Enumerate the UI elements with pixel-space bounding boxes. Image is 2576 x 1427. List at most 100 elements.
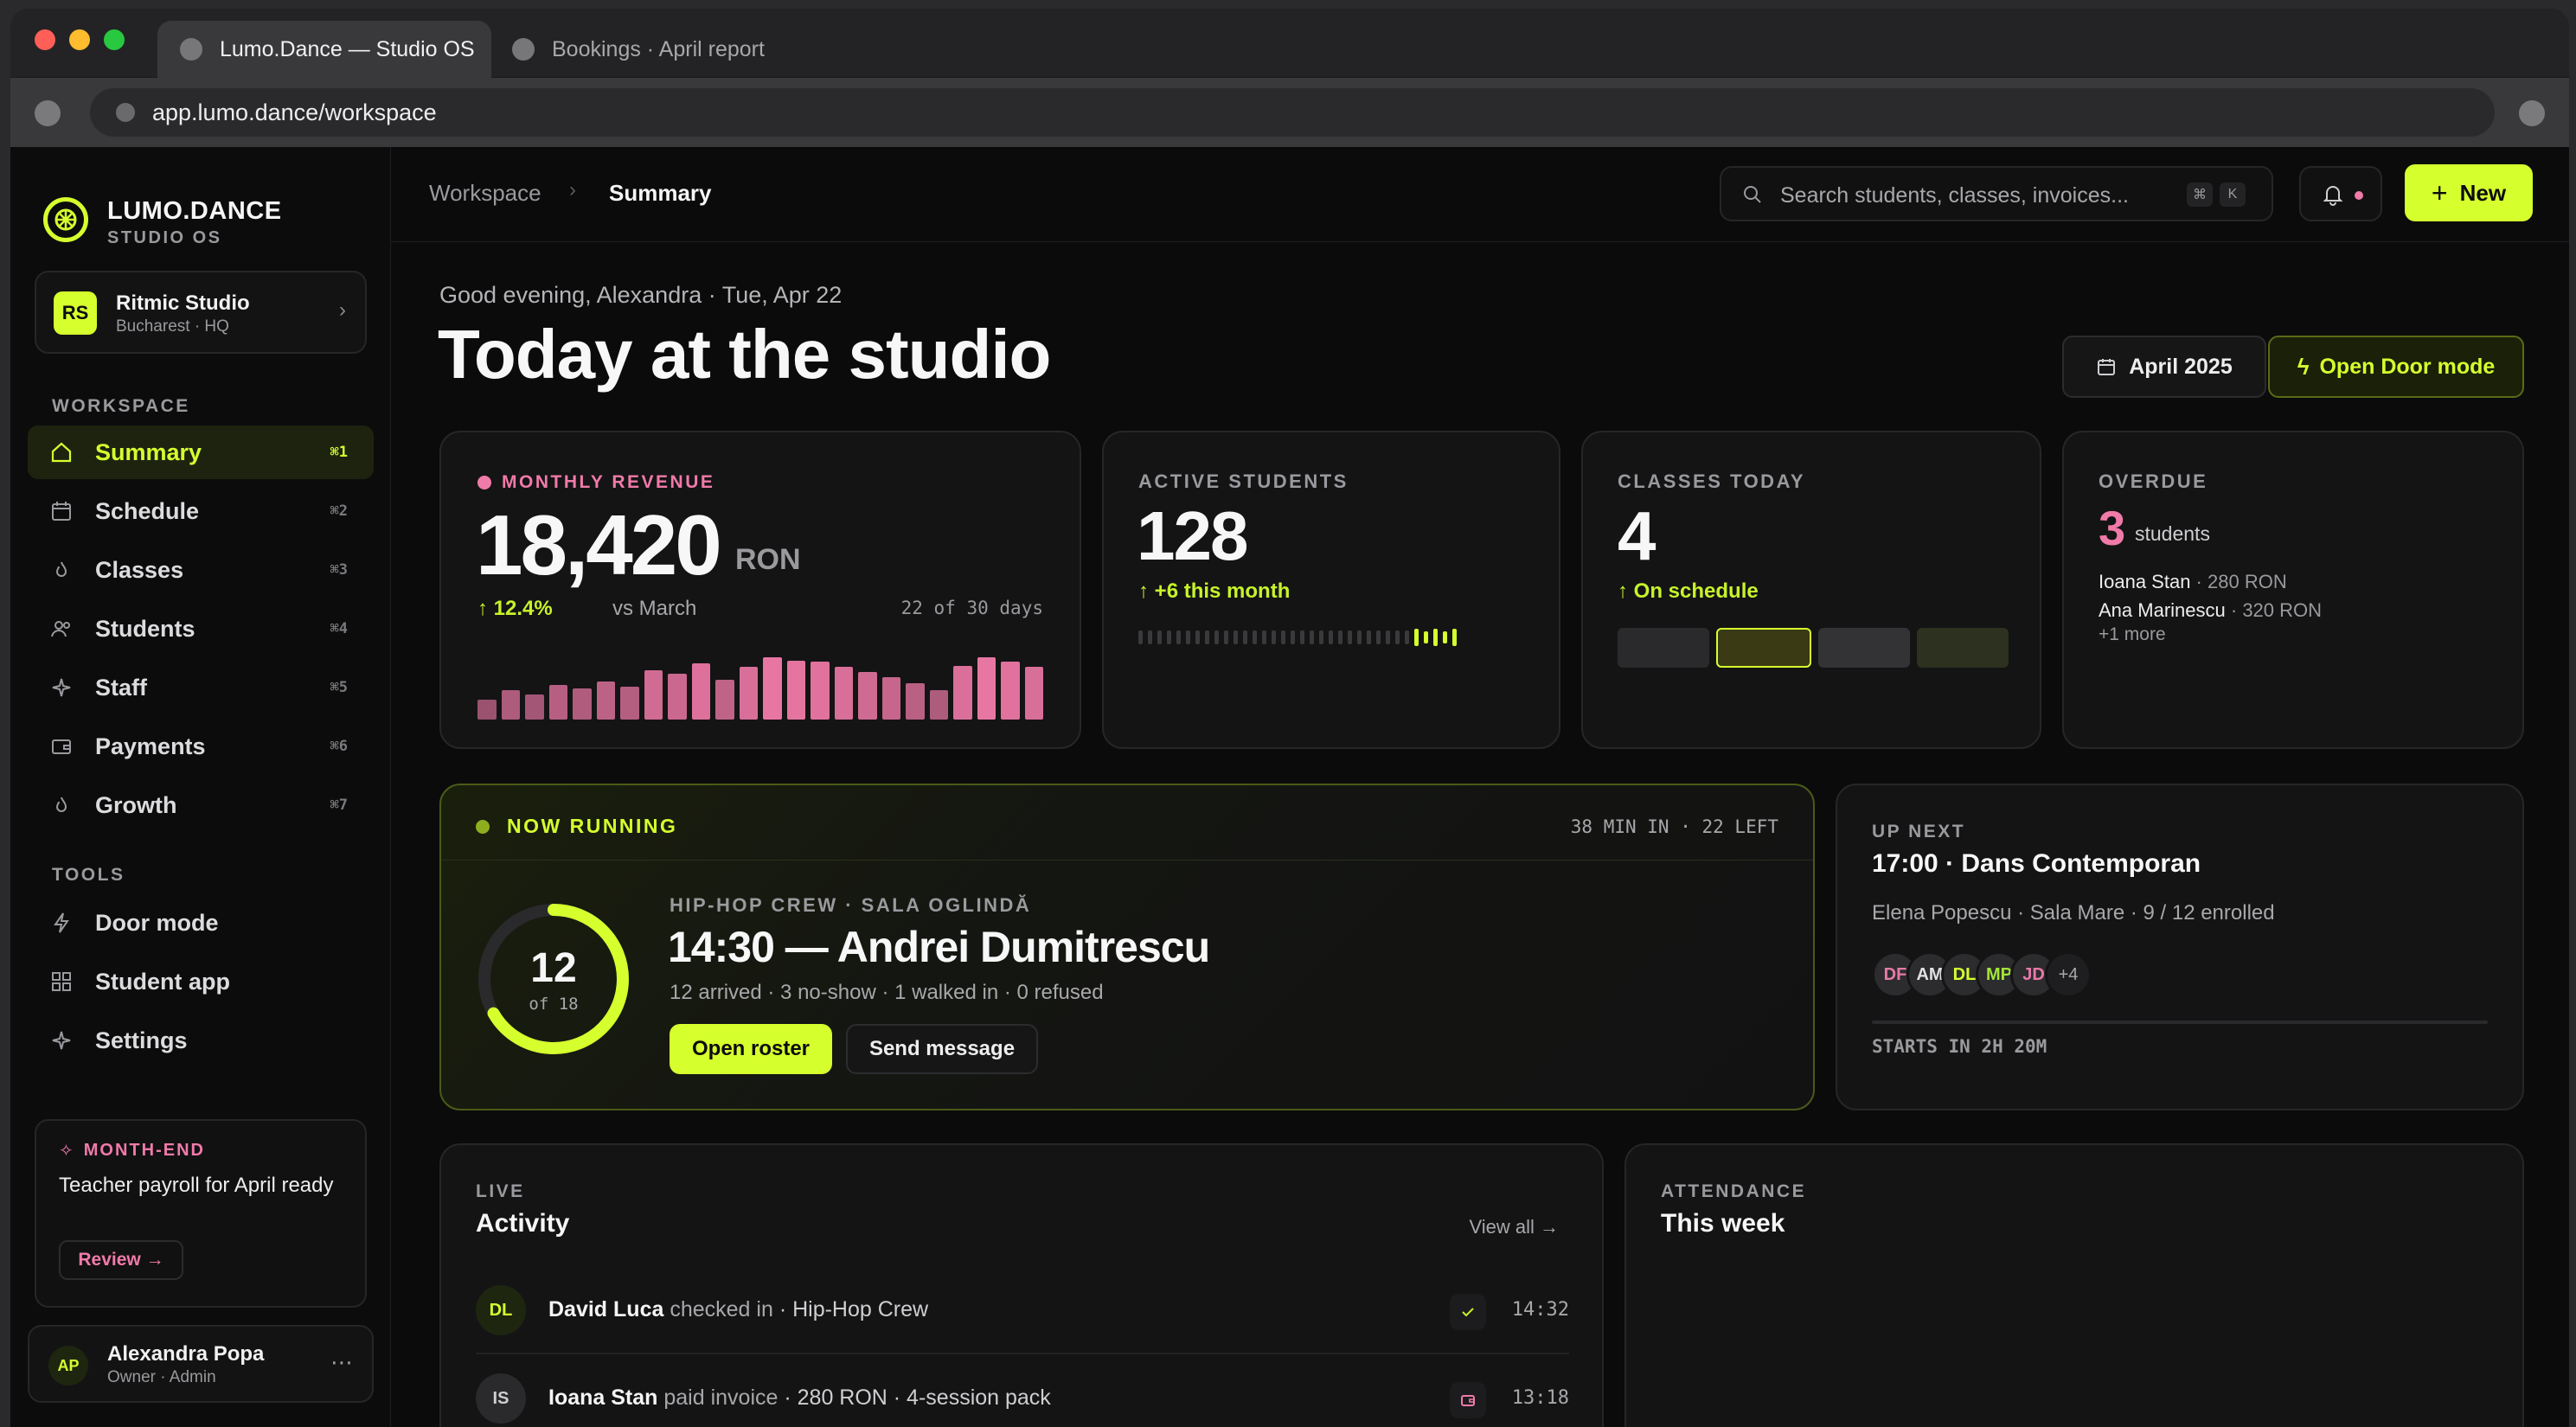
overdue-more[interactable]: +1 more — [2099, 624, 2166, 645]
student-tick — [1357, 630, 1362, 644]
class-slot-upcoming[interactable] — [1818, 628, 1910, 668]
up-next-details: Elena Popescu · Sala Mare · 9 / 12 enrol… — [1872, 901, 2275, 925]
month-picker-button[interactable]: April 2025 — [2062, 336, 2266, 398]
tab-label: Lumo.Dance — Studio OS — [220, 36, 475, 61]
send-message-button[interactable]: Send message — [846, 1024, 1038, 1074]
search-placeholder: Search students, classes, invoices... — [1780, 183, 2129, 208]
overdue-amount: 280 RON — [2208, 571, 2287, 592]
kbd-k: K — [2220, 182, 2246, 207]
classes-today-card[interactable]: CLASSES TODAY 4 ↑ On schedule — [1581, 431, 2041, 749]
workspace-section-label: WORKSPACE — [52, 396, 190, 416]
search-icon — [1744, 186, 1761, 203]
student-tick — [1310, 630, 1314, 644]
open-roster-button[interactable]: Open roster — [670, 1024, 832, 1074]
new-button[interactable]: + New — [2405, 164, 2533, 221]
more-options-icon[interactable]: ⋯ — [330, 1349, 353, 1376]
view-all-link[interactable]: View all → — [1469, 1216, 1559, 1238]
revenue-unit: RON — [735, 543, 801, 576]
class-info: HIP-HOP CREW · SALA OGLINDĂ — [670, 894, 1032, 916]
class-slot-current[interactable] — [1716, 628, 1811, 668]
open-door-mode-button[interactable]: ϟ Open Door mode — [2268, 336, 2524, 398]
student-tick — [1281, 630, 1285, 644]
activity-row[interactable]: IS Ioana Stan paid invoice · 280 RON · 4… — [476, 1354, 1569, 1427]
user-profile-card[interactable]: AP Alexandra Popa Owner · Admin ⋯ — [28, 1325, 374, 1403]
studio-switcher[interactable]: RS Ritmic Studio Bucharest · HQ › — [35, 271, 367, 354]
starts-in: STARTS IN 2H 20M — [1872, 1036, 2047, 1057]
status-dot — [477, 476, 491, 490]
tool-item-door-mode[interactable]: Door mode — [28, 896, 374, 950]
notifications-button[interactable] — [2299, 166, 2382, 221]
student-tick — [1348, 630, 1352, 644]
tool-item-label: Door mode — [95, 909, 219, 936]
up-next-title: 17:00 · Dans Contemporan — [1872, 849, 2201, 878]
arrow-up-icon: ↑ — [1618, 579, 1634, 603]
student-tick — [1272, 630, 1276, 644]
student-tick — [1291, 630, 1295, 644]
up-next-card[interactable]: UP NEXT 17:00 · Dans Contemporan Elena P… — [1836, 784, 2524, 1110]
breadcrumb-separator-icon: › — [569, 178, 576, 202]
class-slot-upcoming[interactable] — [1917, 628, 2009, 668]
overdue-name: Ioana Stan — [2099, 571, 2191, 592]
revenue-bar — [858, 672, 877, 720]
monthly-revenue-card[interactable]: MONTHLY REVENUE 18,420 RON ↑ 12.4% vs Ma… — [439, 431, 1081, 749]
revenue-label: MONTHLY REVENUE — [502, 472, 715, 492]
revenue-bar — [834, 667, 853, 720]
close-window-button[interactable] — [35, 29, 55, 50]
sidebar-item-payments[interactable]: Payments ⌘6 — [28, 720, 374, 773]
breadcrumb-current: Summary — [609, 180, 712, 206]
favicon-icon — [512, 38, 535, 61]
student-tick — [1157, 630, 1162, 644]
sidebar-item-schedule[interactable]: Schedule ⌘2 — [28, 484, 374, 538]
overdue-separator: · — [2225, 599, 2243, 621]
search-input[interactable]: Search students, classes, invoices... ⌘ … — [1720, 166, 2273, 221]
review-button[interactable]: Review → — [59, 1240, 183, 1280]
back-button[interactable] — [35, 100, 61, 126]
sidebar-item-growth[interactable]: Growth ⌘7 — [28, 778, 374, 832]
overdue-value: 3 — [2099, 501, 2126, 555]
extensions-button[interactable] — [2519, 100, 2545, 126]
browser-tab-active[interactable]: Lumo.Dance — Studio OS — [157, 21, 491, 78]
overdue-item[interactable]: Ioana Stan · 280 RON — [2099, 567, 2322, 596]
minimize-window-button[interactable] — [69, 29, 90, 50]
activity-row[interactable]: DL David Luca checked in · Hip-Hop Crew … — [476, 1266, 1569, 1354]
student-tick — [1367, 630, 1371, 644]
student-tick — [1148, 630, 1152, 644]
now-running-time: 38 MIN IN · 22 LEFT — [1570, 816, 1778, 837]
sidebar-item-shortcut: ⌘2 — [330, 502, 348, 520]
class-slots — [1618, 628, 2009, 668]
address-bar[interactable]: app.lumo.dance/workspace — [90, 88, 2495, 137]
sidebar-item-summary[interactable]: Summary ⌘1 — [28, 426, 374, 479]
maximize-window-button[interactable] — [104, 29, 125, 50]
class-slot-done[interactable] — [1618, 628, 1709, 668]
overdue-item[interactable]: Ana Marinescu · 320 RON — [2099, 596, 2322, 624]
check-icon — [1450, 1294, 1486, 1330]
active-students-card[interactable]: ACTIVE STUDENTS 128 ↑ +6 this month — [1102, 431, 1560, 749]
user-role: Owner · Admin — [107, 1368, 216, 1386]
activity-label: LIVE — [476, 1181, 525, 1201]
sidebar-item-label: Payments — [95, 733, 206, 759]
activity-name: Ioana Stan — [548, 1385, 658, 1410]
home-icon — [48, 439, 74, 465]
more-avatars-badge[interactable]: +4 — [2045, 951, 2092, 998]
grid-icon — [48, 969, 74, 995]
sidebar-item-students[interactable]: Students ⌘4 — [28, 602, 374, 656]
browser-tab[interactable]: Bookings · April report — [503, 21, 815, 78]
classes-value: 4 — [1618, 497, 1656, 574]
students-change-value: +6 this month — [1154, 579, 1291, 603]
tools-section-label: TOOLS — [52, 865, 125, 885]
sidebar-item-staff[interactable]: Staff ⌘5 — [28, 661, 374, 714]
tool-item-student-app[interactable]: Student app — [28, 955, 374, 1008]
sparkle-icon — [48, 1027, 74, 1053]
activity-avatar: IS — [476, 1373, 526, 1424]
activity-list: DL David Luca checked in · Hip-Hop Crew … — [476, 1266, 1569, 1427]
students-tick-bar — [1138, 628, 1528, 647]
tool-item-settings[interactable]: Settings — [28, 1014, 374, 1067]
tool-item-label: Settings — [95, 1027, 188, 1053]
revenue-bar — [786, 661, 805, 720]
overdue-card[interactable]: OVERDUE 3 students Ioana Stan · 280 RON A… — [2062, 431, 2524, 749]
promo-text: Teacher payroll for April ready — [59, 1174, 334, 1197]
revenue-bar — [1024, 667, 1043, 720]
sidebar-item-shortcut: ⌘1 — [330, 444, 348, 461]
sidebar-item-classes[interactable]: Classes ⌘3 — [28, 543, 374, 597]
breadcrumb-workspace[interactable]: Workspace — [429, 180, 541, 207]
